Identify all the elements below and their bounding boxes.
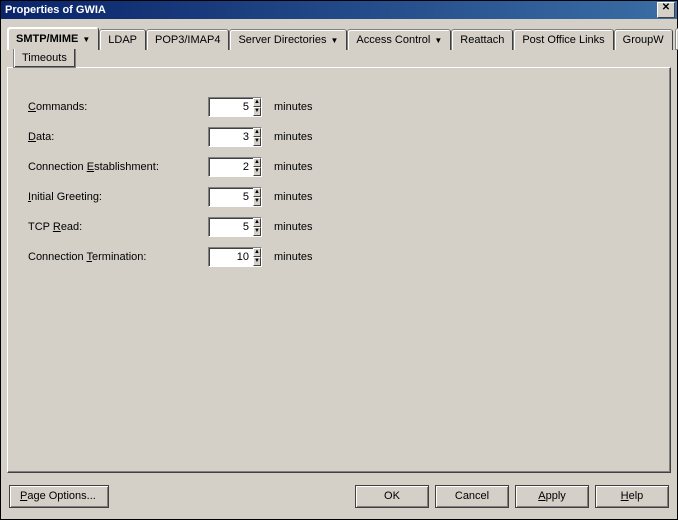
label-conn-term: Connection Termination: — [28, 251, 208, 263]
close-button[interactable]: ✕ — [657, 2, 675, 18]
input-tcp-read[interactable] — [209, 218, 253, 236]
spinner-commands: ▲ ▼ — [208, 97, 262, 117]
cancel-button[interactable]: Cancel — [435, 485, 509, 508]
tab-label: SMTP/MIME — [16, 33, 78, 45]
spin-tcp-read: ▲ ▼ — [253, 218, 261, 236]
dropdown-icon: ▼ — [330, 36, 338, 45]
row-commands: Commands: ▲ ▼ minutes — [28, 92, 650, 122]
subtab-label: Timeouts — [22, 52, 67, 64]
tab-label: Reattach — [460, 34, 504, 46]
unit-data: minutes — [274, 131, 313, 143]
spin-up-icon[interactable]: ▲ — [253, 98, 261, 107]
tab-reattach[interactable]: Reattach — [451, 29, 513, 50]
input-commands[interactable] — [209, 98, 253, 116]
tab-label: GroupW — [623, 34, 664, 46]
spin-down-icon[interactable]: ▼ — [253, 137, 261, 146]
spin-up-icon[interactable]: ▲ — [253, 128, 261, 137]
tab-label: Post Office Links — [522, 34, 604, 46]
tabstrip: SMTP/MIME ▼ LDAP POP3/IMAP4 Server Direc… — [7, 27, 671, 49]
spin-down-icon[interactable]: ▼ — [253, 107, 261, 116]
spin-up-icon[interactable]: ▲ — [253, 158, 261, 167]
tab-scroll-left[interactable]: ◄ — [675, 28, 678, 50]
spin-up-icon[interactable]: ▲ — [253, 188, 261, 197]
unit-commands: minutes — [274, 101, 313, 113]
titlebar: Properties of GWIA ✕ — [1, 1, 677, 19]
tab-server-directories[interactable]: Server Directories ▼ — [229, 29, 347, 50]
subtab-timeouts[interactable]: Timeouts — [13, 49, 76, 68]
spin-conn-est: ▲ ▼ — [253, 158, 261, 176]
spin-conn-term: ▲ ▼ — [253, 248, 261, 266]
tab-ldap[interactable]: LDAP — [99, 29, 146, 50]
tab-smtp-mime[interactable]: SMTP/MIME ▼ — [7, 27, 99, 50]
row-conn-term: Connection Termination: ▲ ▼ minutes — [28, 242, 650, 272]
tab-post-office-links[interactable]: Post Office Links — [513, 29, 613, 50]
label-data: Data: — [28, 131, 208, 143]
spin-greeting: ▲ ▼ — [253, 188, 261, 206]
row-tcp-read: TCP Read: ▲ ▼ minutes — [28, 212, 650, 242]
label-conn-est: Connection Establishment: — [28, 161, 208, 173]
input-conn-est[interactable] — [209, 158, 253, 176]
apply-button[interactable]: Apply — [515, 485, 589, 508]
tab-label: Server Directories — [238, 34, 326, 46]
spin-up-icon[interactable]: ▲ — [253, 248, 261, 257]
spin-down-icon[interactable]: ▼ — [253, 257, 261, 266]
tab-scroll-nav: ◄ ► — [675, 27, 678, 49]
spinner-greeting: ▲ ▼ — [208, 187, 262, 207]
dropdown-icon: ▼ — [82, 35, 90, 44]
row-conn-est: Connection Establishment: ▲ ▼ minutes — [28, 152, 650, 182]
spin-commands: ▲ ▼ — [253, 98, 261, 116]
spinner-data: ▲ ▼ — [208, 127, 262, 147]
properties-window: Properties of GWIA ✕ SMTP/MIME ▼ LDAP PO… — [0, 0, 678, 520]
button-bar: Page Options... OK Cancel Apply Help — [1, 479, 677, 519]
label-greeting: Initial Greeting: — [28, 191, 208, 203]
tabstrip-area: SMTP/MIME ▼ LDAP POP3/IMAP4 Server Direc… — [1, 19, 677, 67]
tab-label: POP3/IMAP4 — [155, 34, 220, 46]
unit-conn-term: minutes — [274, 251, 313, 263]
spinner-conn-term: ▲ ▼ — [208, 247, 262, 267]
spinner-tcp-read: ▲ ▼ — [208, 217, 262, 237]
help-button[interactable]: Help — [595, 485, 669, 508]
spin-up-icon[interactable]: ▲ — [253, 218, 261, 227]
tab-pop3-imap4[interactable]: POP3/IMAP4 — [146, 29, 229, 50]
unit-tcp-read: minutes — [274, 221, 313, 233]
row-data: Data: ▲ ▼ minutes — [28, 122, 650, 152]
spin-data: ▲ ▼ — [253, 128, 261, 146]
tab-label: Access Control — [356, 34, 430, 46]
tab-groupwise[interactable]: GroupW — [614, 29, 673, 50]
spin-down-icon[interactable]: ▼ — [253, 227, 261, 236]
window-title: Properties of GWIA — [5, 4, 106, 16]
label-commands: Commands: — [28, 101, 208, 113]
tab-label: LDAP — [108, 34, 137, 46]
tab-access-control[interactable]: Access Control ▼ — [347, 29, 451, 50]
timeouts-panel: Commands: ▲ ▼ minutes Data: ▲ ▼ — [7, 67, 671, 473]
label-tcp-read: TCP Read: — [28, 221, 208, 233]
titlebar-controls: ✕ — [657, 2, 675, 18]
unit-greeting: minutes — [274, 191, 313, 203]
subtab-row: Timeouts — [7, 49, 671, 67]
spin-down-icon[interactable]: ▼ — [253, 167, 261, 176]
ok-button[interactable]: OK — [355, 485, 429, 508]
spin-down-icon[interactable]: ▼ — [253, 197, 261, 206]
input-data[interactable] — [209, 128, 253, 146]
input-conn-term[interactable] — [209, 248, 253, 266]
page-options-button[interactable]: Page Options... — [9, 485, 109, 508]
input-greeting[interactable] — [209, 188, 253, 206]
row-greeting: Initial Greeting: ▲ ▼ minutes — [28, 182, 650, 212]
dropdown-icon: ▼ — [434, 36, 442, 45]
unit-conn-est: minutes — [274, 161, 313, 173]
spinner-conn-est: ▲ ▼ — [208, 157, 262, 177]
